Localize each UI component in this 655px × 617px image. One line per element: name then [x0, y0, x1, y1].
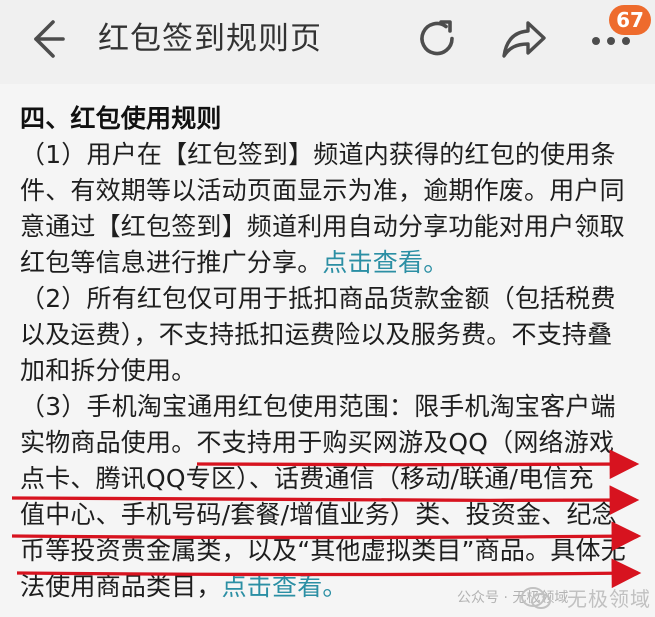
view-details-link-2[interactable]: 点击查看。: [222, 572, 348, 601]
rule-line-2: 件、有效期等以活动页面显示为准，逾期作废。用户同: [20, 176, 625, 205]
rule-line-13-text: 法使用商品类目，: [20, 572, 222, 601]
rule-line-11: 值中心、手机号码/套餐/增值业务）类、投资金、纪念: [20, 500, 617, 529]
rule-line-4: 红包等信息进行推广分享。点击查看。: [20, 245, 448, 281]
rule-line-5: （2）所有红包仅可用于抵扣商品货款金额（包括税费: [20, 284, 616, 313]
page-title: 红包签到规则页: [98, 21, 322, 57]
wechat-logo-icon: [521, 587, 551, 609]
rule-line-4-text: 红包等信息进行推广分享。: [20, 248, 323, 277]
rules-heading: 四、红包使用规则: [20, 104, 222, 133]
rule-line-13: 法使用商品类目，点击查看。: [20, 569, 348, 605]
rule-line-6: 以及运费），不支持抵扣运费险以及服务费。不支持叠: [20, 320, 613, 349]
view-details-link-1[interactable]: 点击查看。: [322, 248, 448, 277]
rule-line-8: （3）手机淘宝通用红包使用范围：限手机淘宝客户端: [20, 392, 616, 421]
brand-watermark-text: 无极领域: [567, 587, 651, 611]
rule-line-10: 点卡、腾讯QQ专区）、话费通信（移动/联通/电信充: [20, 464, 594, 493]
rules-content: 四、红包使用规则 （1）用户在【红包签到】频道内获得的红包的使用条 件、有效期等…: [0, 84, 655, 617]
rule-line-1: （1）用户在【红包签到】频道内获得的红包的使用条: [20, 140, 616, 169]
rule-line-7: 加和拆分使用。: [20, 356, 197, 385]
refresh-icon[interactable]: [413, 15, 461, 63]
rule-line-3: 意通过【红包签到】频道利用自动分享功能对用户领取: [20, 212, 625, 241]
rule-line-12: 币等投资贵金属类，以及“其他虚拟类目”商品。具体无: [20, 536, 626, 565]
notification-badge[interactable]: 67: [609, 5, 651, 35]
back-arrow-icon[interactable]: [24, 18, 66, 60]
app-header: 红包签到规则页 67: [0, 0, 655, 85]
rule-line-9: 实物商品使用。不支持用于购买网游及QQ（网络游戏: [20, 428, 615, 457]
share-icon[interactable]: [499, 16, 549, 62]
rules-screen: 红包签到规则页 67 四、红包使用规则 （1）用户在【红包签到】频道内获得的红包…: [0, 0, 655, 617]
